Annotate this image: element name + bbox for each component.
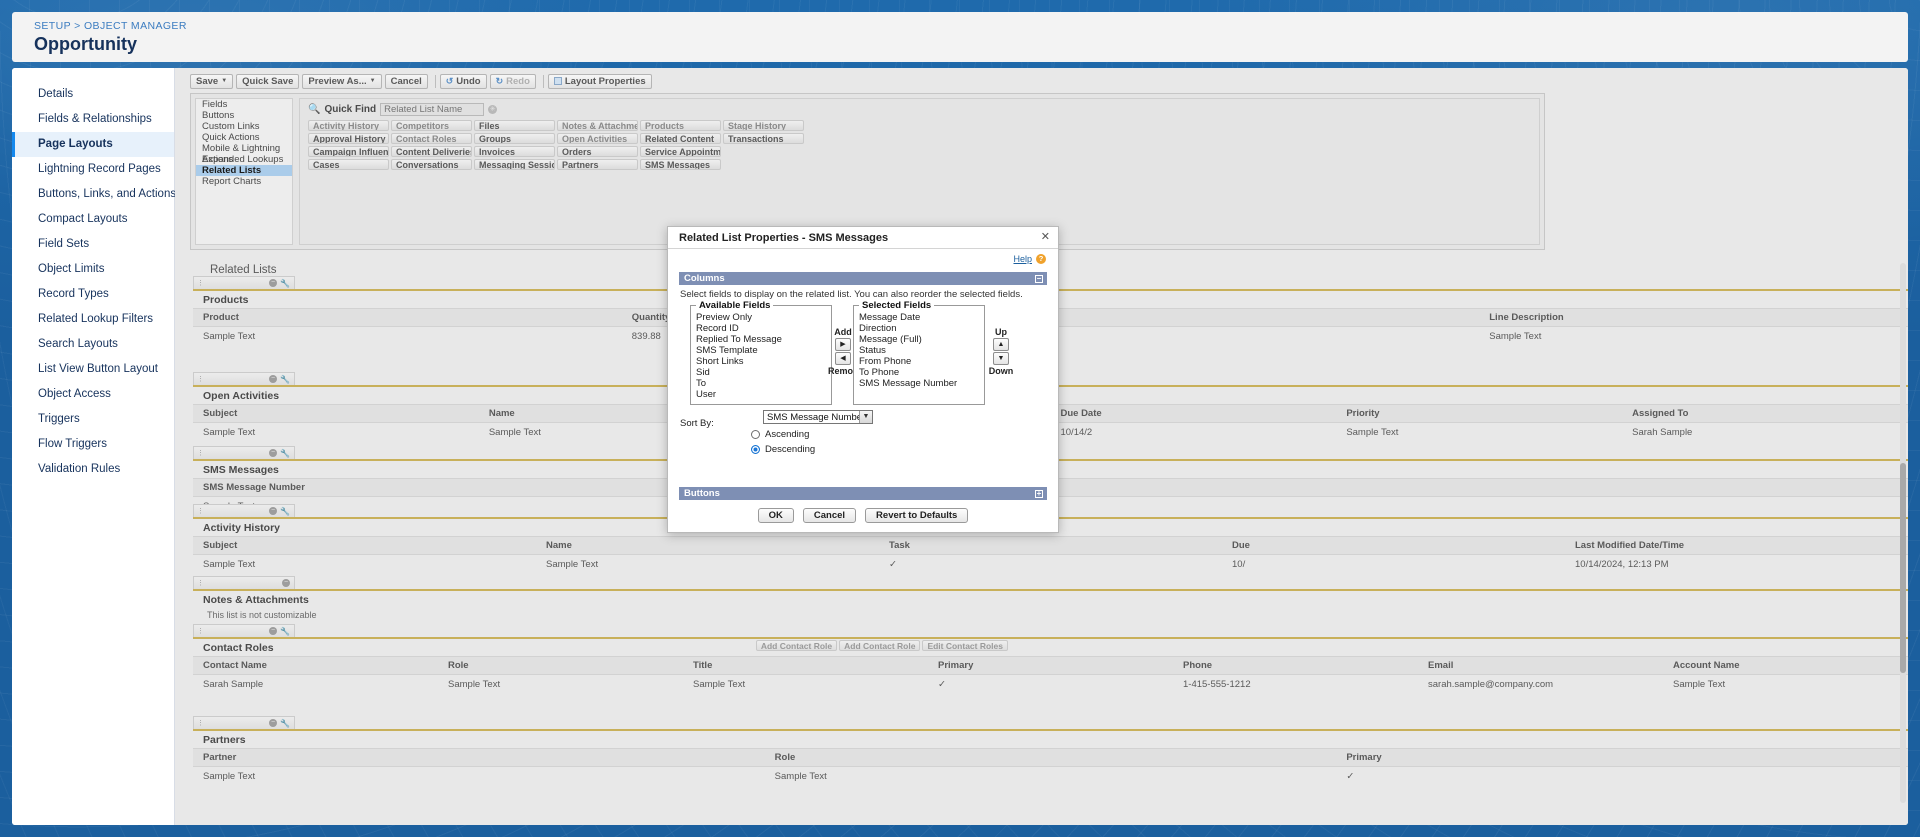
available-field-option[interactable]: Sid bbox=[691, 367, 831, 378]
sort-descending-option[interactable]: Descending bbox=[751, 444, 815, 455]
chevron-down-icon: ▼ bbox=[859, 411, 872, 423]
dialog-footer: OK Cancel Revert to Defaults bbox=[668, 508, 1058, 523]
ascending-radio[interactable] bbox=[751, 430, 760, 439]
help-row: Help ? bbox=[1013, 254, 1046, 264]
columns-section-bar: Columns − bbox=[679, 272, 1047, 285]
ok-button[interactable]: OK bbox=[757, 508, 794, 523]
columns-section-label: Columns bbox=[684, 273, 725, 284]
available-field-option[interactable]: Record ID bbox=[691, 323, 831, 334]
selected-fields-legend: Selected Fields bbox=[859, 300, 935, 311]
down-label: Down bbox=[988, 366, 1014, 376]
cancel-button[interactable]: Cancel bbox=[802, 508, 857, 523]
available-field-option[interactable]: Replied To Message bbox=[691, 334, 831, 345]
dialog-title: Related List Properties - SMS Messages bbox=[679, 231, 889, 244]
buttons-expand-toggle[interactable]: + bbox=[1035, 489, 1043, 498]
up-label: Up bbox=[995, 327, 1007, 337]
descending-radio[interactable] bbox=[751, 445, 760, 454]
reorder-controls: Up ▲ ▼ Down bbox=[988, 327, 1014, 376]
close-icon[interactable]: ✕ bbox=[1041, 230, 1050, 243]
help-link[interactable]: Help bbox=[1013, 254, 1032, 264]
descending-label: Descending bbox=[765, 444, 816, 455]
buttons-section-label: Buttons bbox=[684, 488, 720, 499]
available-field-option[interactable]: User bbox=[691, 389, 831, 400]
add-button[interactable]: ▶ bbox=[835, 338, 851, 351]
sort-by-label: Sort By: bbox=[680, 418, 714, 429]
help-question-icon[interactable]: ? bbox=[1036, 254, 1046, 264]
sort-by-row: Sort By: SMS Message Number ▼ bbox=[680, 410, 873, 431]
dialog-header: Related List Properties - SMS Messages ✕ bbox=[668, 227, 1058, 249]
available-fields-legend: Available Fields bbox=[696, 300, 774, 311]
buttons-section-bar: Buttons + bbox=[679, 487, 1047, 500]
modal-overlay: Related List Properties - SMS Messages ✕… bbox=[0, 0, 1920, 837]
columns-description: Select fields to display on the related … bbox=[680, 289, 1023, 300]
available-field-option[interactable]: Preview Only bbox=[691, 312, 831, 323]
columns-collapse-toggle[interactable]: − bbox=[1035, 274, 1043, 283]
selected-field-option[interactable]: Message (Full) bbox=[854, 334, 984, 345]
remove-button[interactable]: ◀ bbox=[835, 352, 851, 365]
revert-to-defaults-button[interactable]: Revert to Defaults bbox=[865, 508, 969, 523]
sort-ascending-option[interactable]: Ascending bbox=[751, 429, 809, 440]
selected-field-option[interactable]: From Phone bbox=[854, 356, 984, 367]
available-field-option[interactable]: SMS Template bbox=[691, 345, 831, 356]
sort-by-value: SMS Message Number bbox=[767, 411, 866, 423]
move-down-button[interactable]: ▼ bbox=[993, 352, 1009, 365]
selected-field-option[interactable]: To Phone bbox=[854, 367, 984, 378]
related-list-properties-dialog: Related List Properties - SMS Messages ✕… bbox=[667, 226, 1059, 533]
selected-fields-box: Selected Fields Message Date Direction Mes… bbox=[853, 300, 985, 405]
available-field-option[interactable]: To bbox=[691, 378, 831, 389]
sort-by-select[interactable]: SMS Message Number ▼ bbox=[763, 410, 873, 424]
selected-field-option[interactable]: SMS Message Number bbox=[854, 378, 984, 389]
move-up-button[interactable]: ▲ bbox=[993, 338, 1009, 351]
available-fields-box: Available Fields Preview Only Record ID Re… bbox=[690, 300, 832, 405]
selected-field-option[interactable]: Status bbox=[854, 345, 984, 356]
selected-field-option[interactable]: Direction bbox=[854, 323, 984, 334]
ascending-label: Ascending bbox=[765, 429, 810, 440]
selected-field-option[interactable]: Message Date bbox=[854, 312, 984, 323]
available-field-option[interactable]: Short Links bbox=[691, 356, 831, 367]
